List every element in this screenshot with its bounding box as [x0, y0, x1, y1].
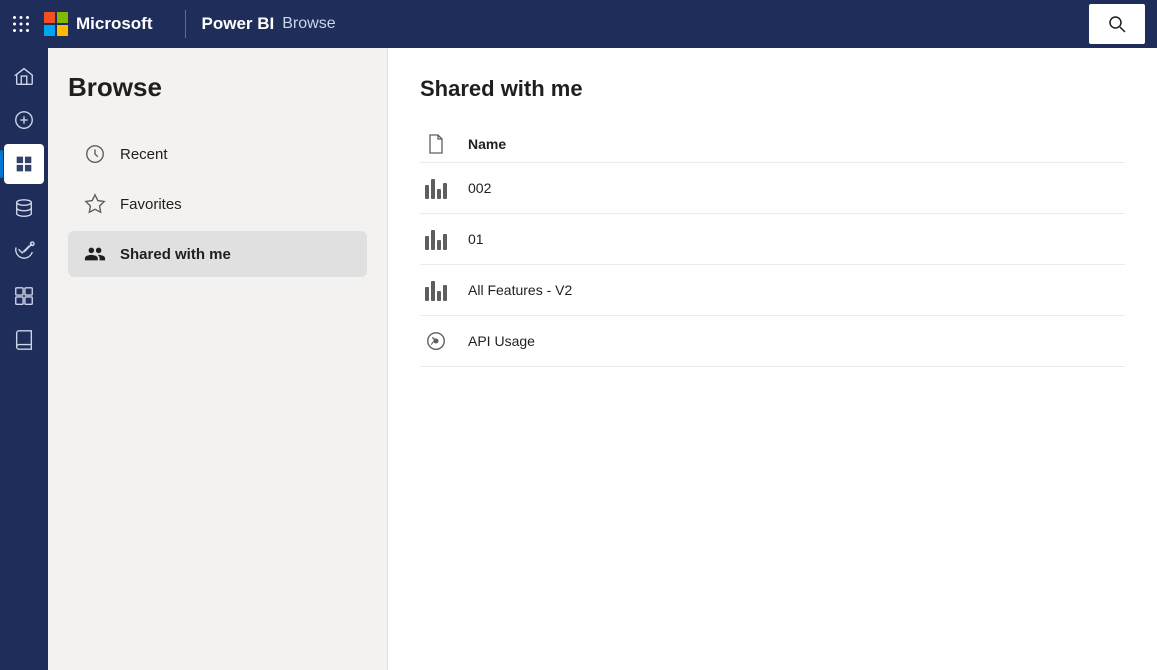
grid-icon[interactable] — [12, 15, 30, 33]
bar-chart-icon — [425, 228, 447, 250]
nav-browse[interactable] — [4, 144, 44, 184]
browse-title: Browse — [68, 72, 367, 103]
table-header: Name — [420, 126, 1125, 163]
shared-icon — [84, 243, 106, 265]
main-layout: Browse Recent Favorites Shared with me — [0, 48, 1157, 670]
row-icon-002 — [420, 177, 452, 199]
table-row[interactable]: All Features - V2 — [420, 265, 1125, 316]
icon-sidebar — [0, 48, 48, 670]
row-name-002: 002 — [468, 180, 491, 196]
browse-nav-recent[interactable]: Recent — [68, 131, 367, 177]
table-row[interactable]: API Usage — [420, 316, 1125, 367]
header-icon-col — [420, 134, 452, 154]
ms-logo-squares — [44, 12, 68, 36]
gauge-icon — [425, 330, 447, 352]
nav-apps[interactable] — [4, 276, 44, 316]
search-button[interactable] — [1089, 4, 1145, 44]
nav-goals[interactable] — [4, 232, 44, 272]
content-panel: Shared with me Name — [388, 48, 1157, 670]
app-name: Power BI — [202, 14, 275, 34]
recent-label: Recent — [120, 146, 168, 163]
row-name-01: 01 — [468, 231, 484, 247]
nav-home[interactable] — [4, 56, 44, 96]
nav-create[interactable] — [4, 100, 44, 140]
browse-nav-favorites[interactable]: Favorites — [68, 181, 367, 227]
content-header: Shared with me — [388, 48, 1157, 118]
shared-table: Name 002 — [388, 118, 1157, 670]
row-icon-01 — [420, 228, 452, 250]
row-icon-api-usage — [420, 330, 452, 352]
content-title: Shared with me — [420, 76, 1125, 102]
file-header-icon — [427, 134, 445, 154]
favorites-icon — [84, 193, 106, 215]
nav-learn[interactable] — [4, 320, 44, 360]
table-row[interactable]: 002 — [420, 163, 1125, 214]
table-row[interactable]: 01 — [420, 214, 1125, 265]
topbar-divider — [185, 10, 186, 38]
topbar: Microsoft Power BI Browse — [0, 0, 1157, 48]
header-name-col: Name — [468, 136, 506, 152]
page-name: Browse — [282, 15, 335, 33]
microsoft-logo: Microsoft — [44, 12, 153, 36]
favorites-label: Favorites — [120, 196, 182, 213]
bar-chart-icon — [425, 279, 447, 301]
recent-icon — [84, 143, 106, 165]
row-name-all-features: All Features - V2 — [468, 282, 572, 298]
bar-chart-icon — [425, 177, 447, 199]
nav-data-hub[interactable] — [4, 188, 44, 228]
search-icon — [1107, 14, 1127, 34]
shared-label: Shared with me — [120, 246, 231, 263]
row-icon-all-features — [420, 279, 452, 301]
browse-nav-shared[interactable]: Shared with me — [68, 231, 367, 277]
brand-name: Microsoft — [76, 14, 153, 34]
row-name-api-usage: API Usage — [468, 333, 535, 349]
browse-panel: Browse Recent Favorites Shared with me — [48, 48, 388, 670]
